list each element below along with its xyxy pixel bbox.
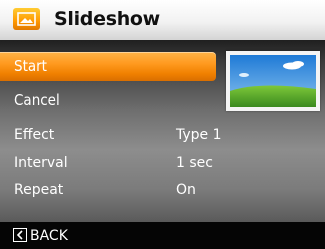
preview-thumbnail — [226, 51, 320, 111]
chevron-left-icon — [13, 228, 27, 242]
repeat-value: On — [176, 182, 196, 198]
effect-label: Effect — [14, 127, 55, 143]
start-button[interactable]: Start — [0, 52, 216, 81]
effect-setting[interactable]: Effect Type 1 — [0, 123, 325, 147]
slideshow-icon — [13, 8, 40, 30]
repeat-label: Repeat — [14, 182, 64, 198]
bottom-bar: BACK — [0, 222, 325, 249]
repeat-setting[interactable]: Repeat On — [0, 178, 325, 202]
page-title: Slideshow — [54, 8, 160, 30]
landscape-thumbnail-icon — [230, 55, 316, 107]
interval-value: 1 sec — [176, 155, 213, 171]
title-bar: Slideshow — [0, 0, 325, 40]
start-label: Start — [14, 57, 47, 75]
back-label: BACK — [30, 228, 68, 244]
interval-label: Interval — [14, 155, 68, 171]
effect-value: Type 1 — [176, 127, 222, 143]
interval-setting[interactable]: Interval 1 sec — [0, 151, 325, 175]
cancel-label: Cancel — [14, 91, 60, 109]
camera-screen: Slideshow Start Cancel Effect Type 1 Int… — [0, 0, 325, 249]
